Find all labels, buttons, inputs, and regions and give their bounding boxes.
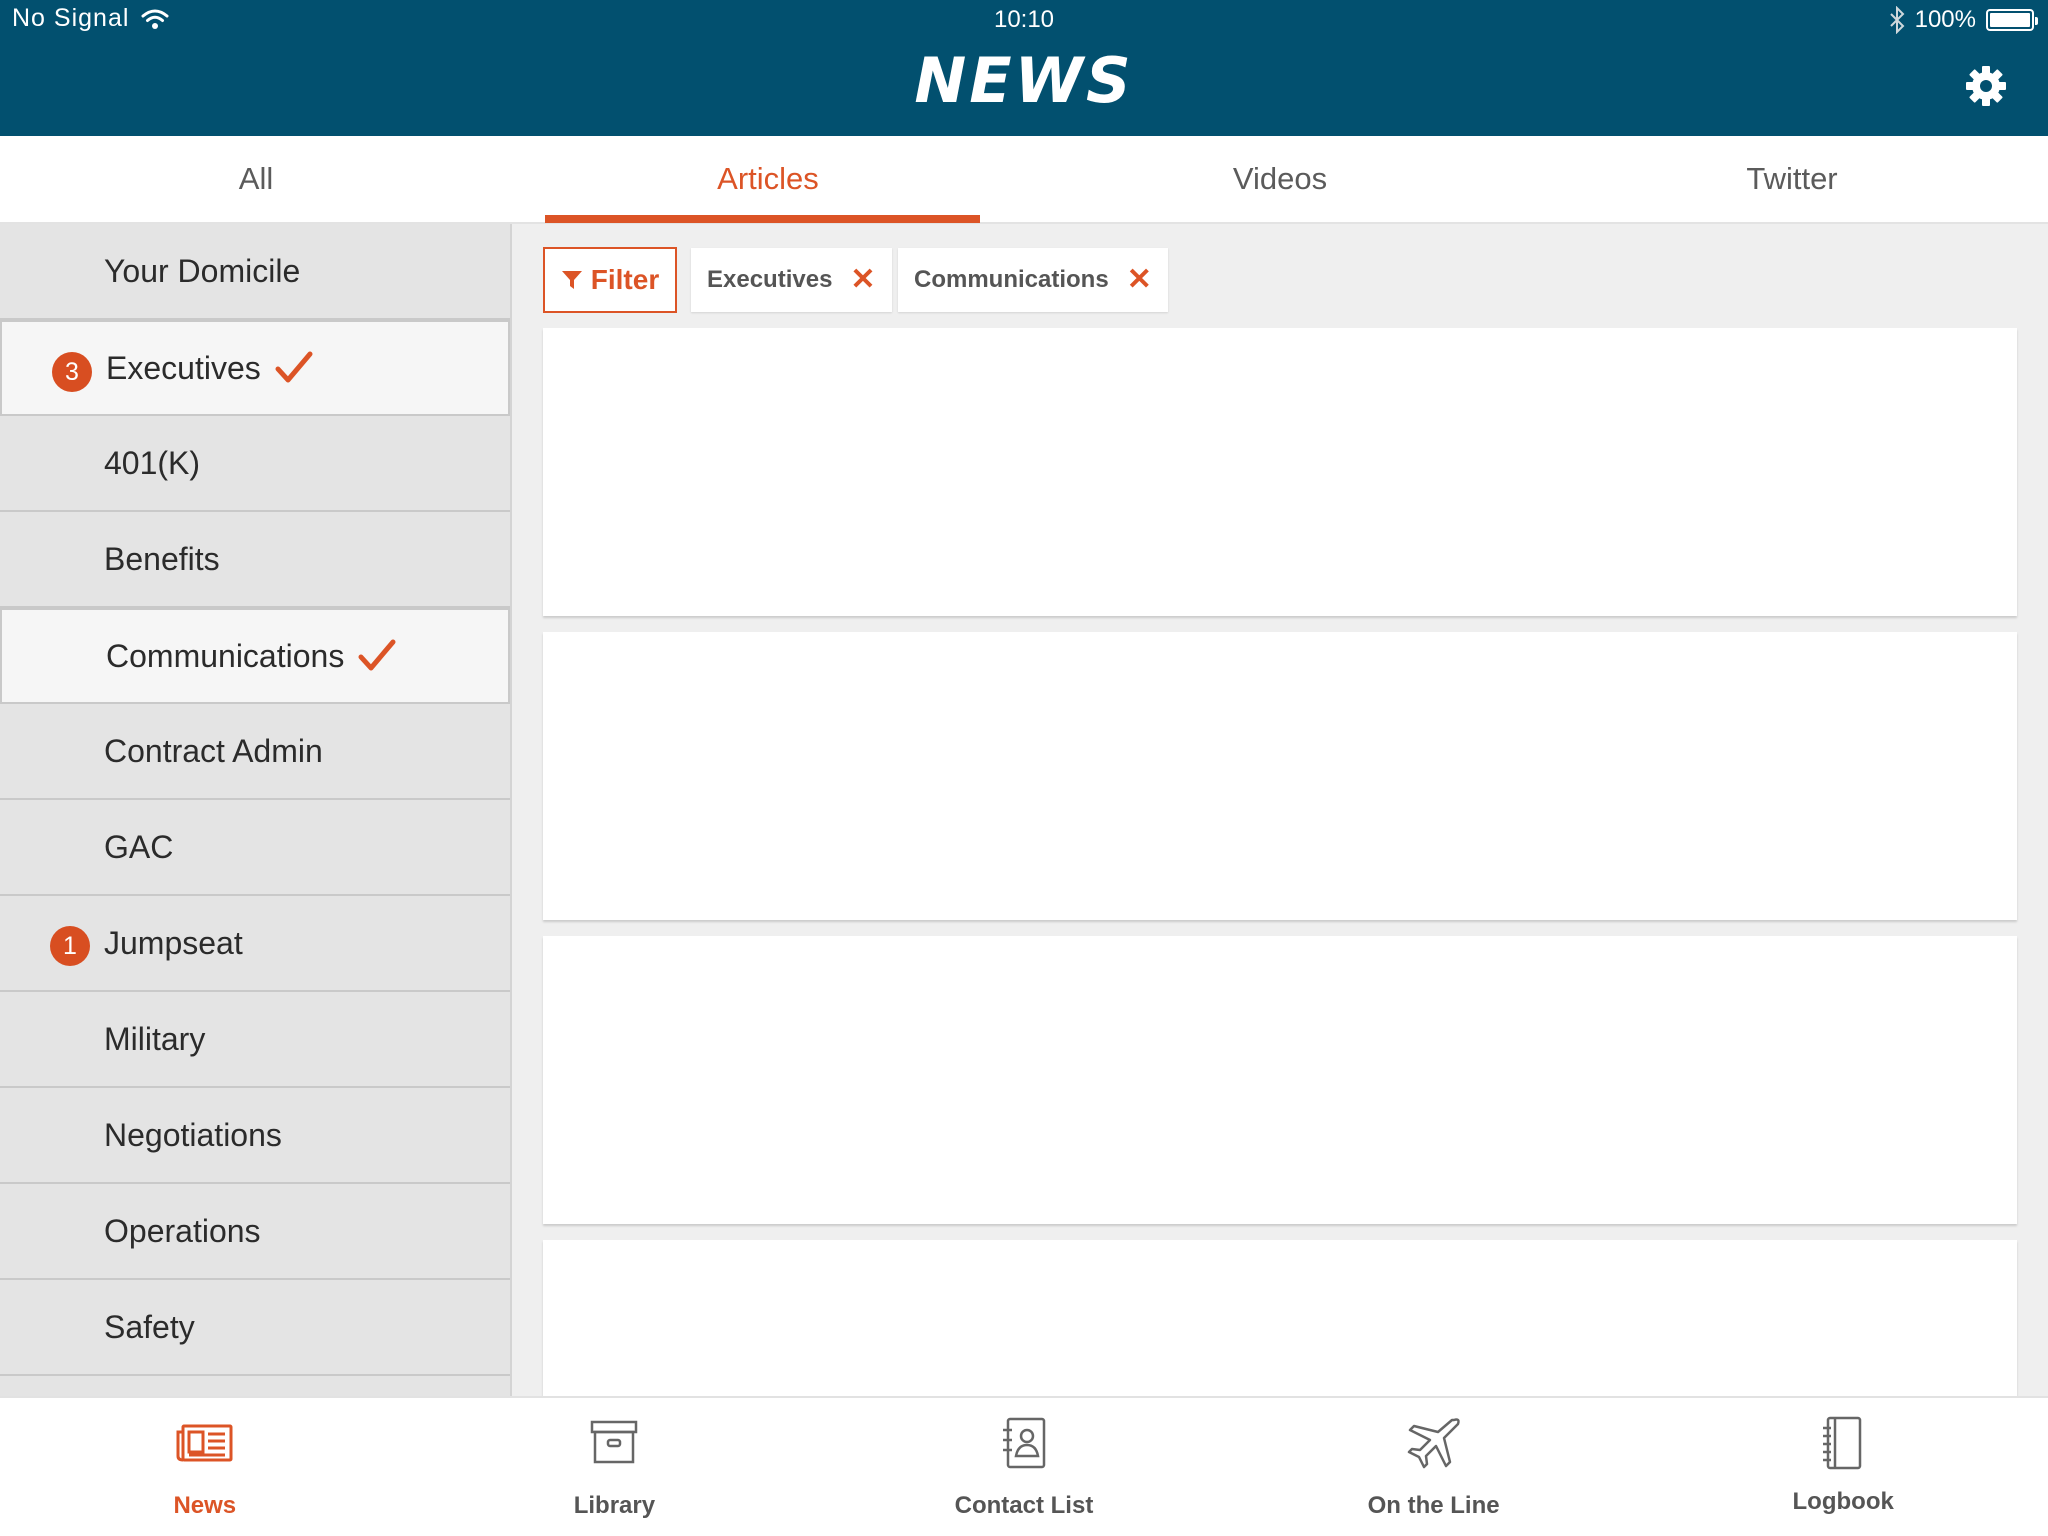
sidebar-item-label: Benefits (104, 540, 220, 577)
tab-videos[interactable]: Videos (1024, 136, 1536, 222)
sidebar-item-label: Executives (106, 349, 261, 386)
status-right: 100% (1889, 6, 2038, 34)
sidebar-item-your-domicile[interactable]: Your Domicile (0, 224, 510, 320)
contact-book-icon (1002, 1417, 1046, 1469)
filter-chip-label: Executives (707, 266, 833, 293)
active-tab-indicator (545, 215, 980, 223)
sidebar-item-communications[interactable]: Communications (0, 608, 510, 704)
sidebar-item-jumpseat[interactable]: 1 Jumpseat (0, 896, 510, 992)
airplane-icon (1407, 1418, 1460, 1469)
article-card[interactable] (543, 328, 2017, 616)
nav-label: On the Line (1367, 1492, 1500, 1519)
sidebar-item-contract-admin[interactable]: Contract Admin (0, 704, 510, 800)
sidebar-item-executives[interactable]: 3 Executives (0, 320, 510, 416)
app-header: No Signal 10:10 100% NEWS (0, 0, 2048, 136)
filter-chip-executives: Executives ✕ (691, 248, 892, 312)
battery-icon (1986, 9, 2038, 31)
sidebar-item-operations[interactable]: Operations (0, 1184, 510, 1280)
nav-library[interactable]: Library (410, 1398, 820, 1536)
sidebar-item-label: Jumpseat (104, 924, 243, 961)
tab-all[interactable]: All (0, 136, 512, 222)
status-time: 10:10 (993, 6, 1055, 33)
count-badge: 3 (52, 352, 92, 392)
nav-contact-list[interactable]: Contact List (819, 1398, 1229, 1536)
sidebar-item-safety[interactable]: Safety (0, 1280, 510, 1376)
funnel-icon (561, 271, 582, 289)
nav-news[interactable]: News (0, 1398, 410, 1536)
bottom-navigation: News Library Contact List On the Line Lo… (0, 1396, 2048, 1536)
filter-chip-label: Communications (914, 266, 1109, 293)
tab-bar: All Articles Videos Twitter (0, 136, 2048, 224)
article-card[interactable] (543, 632, 2017, 920)
sidebar-item-label: GAC (104, 828, 174, 865)
page-title: NEWS (914, 44, 1134, 117)
newspaper-icon (176, 1424, 233, 1462)
tab-articles[interactable]: Articles (512, 136, 1024, 222)
sidebar-item-negotiations[interactable]: Negotiations (0, 1088, 510, 1184)
sidebar-item-label: Operations (104, 1212, 261, 1249)
filter-button-label: Filter (590, 264, 660, 295)
sidebar-item-label: Military (104, 1020, 206, 1057)
tab-twitter[interactable]: Twitter (1536, 136, 2048, 222)
nav-label: Contact List (954, 1492, 1094, 1519)
filter-button[interactable]: Filter (543, 247, 677, 313)
checkmark-icon (275, 351, 313, 383)
filter-chip-communications: Communications ✕ (898, 248, 1168, 312)
sidebar-item-label: Your Domicile (104, 252, 301, 289)
checkmark-icon (358, 639, 396, 671)
nav-label: Logbook (1792, 1488, 1894, 1515)
close-icon[interactable]: ✕ (850, 265, 875, 295)
nav-on-the-line[interactable]: On the Line (1229, 1398, 1639, 1536)
sidebar-item-label: Safety (104, 1308, 195, 1345)
battery-percent: 100% (1914, 6, 1976, 33)
bluetooth-icon (1889, 6, 1905, 34)
gear-icon[interactable] (1964, 64, 2008, 108)
sidebar-item-label: Negotiations (104, 1116, 282, 1153)
sidebar-item-military[interactable]: Military (0, 992, 510, 1088)
sidebar-item-401k[interactable]: 401(K) (0, 416, 510, 512)
sidebar-item-label: Contract Admin (104, 732, 323, 769)
sidebar-item-benefits[interactable]: Benefits (0, 512, 510, 608)
count-badge: 1 (50, 926, 90, 966)
nav-label: News (173, 1492, 237, 1519)
sidebar-item-gac[interactable]: GAC (0, 800, 510, 896)
nav-logbook[interactable]: Logbook (1638, 1398, 2048, 1536)
article-card[interactable] (543, 936, 2017, 1224)
archive-box-icon (591, 1420, 638, 1464)
notebook-icon (1823, 1416, 1862, 1470)
article-card[interactable] (543, 1240, 2017, 1396)
nav-label: Library (573, 1492, 656, 1519)
sidebar-item-label: 401(K) (104, 444, 201, 481)
sidebar-item-label: Communications (106, 637, 345, 674)
category-sidebar: Your Domicile 3 Executives 401(K) Benefi… (0, 224, 512, 1396)
close-icon[interactable]: ✕ (1127, 265, 1152, 295)
